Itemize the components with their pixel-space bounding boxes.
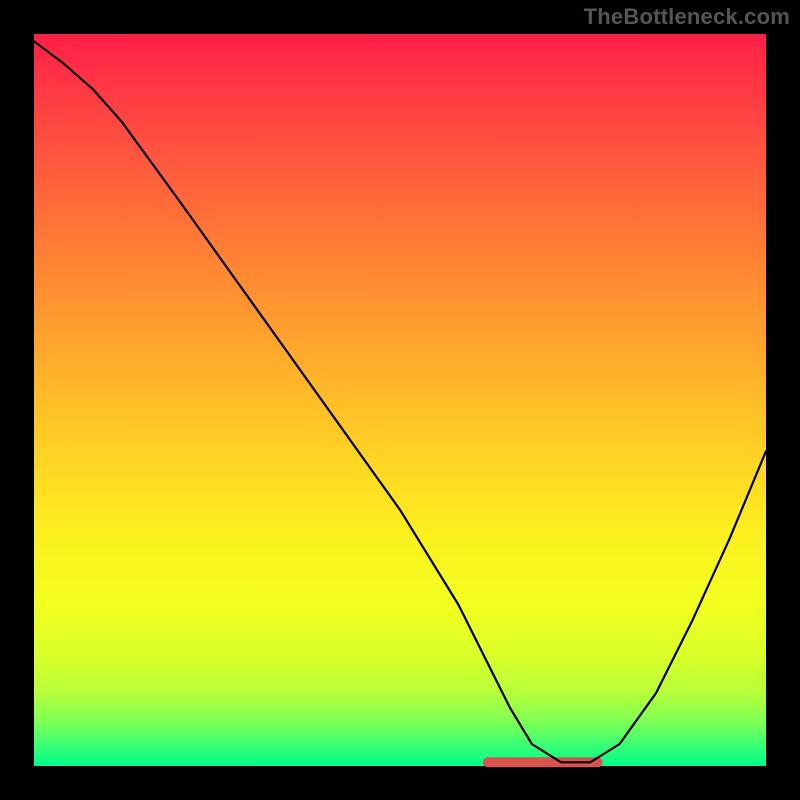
attribution-label: TheBottleneck.com xyxy=(584,4,790,30)
bottleneck-curve xyxy=(34,41,766,762)
gradient-plot-area xyxy=(34,34,766,766)
bottleneck-curve-svg xyxy=(34,34,766,766)
chart-frame: TheBottleneck.com xyxy=(0,0,800,800)
